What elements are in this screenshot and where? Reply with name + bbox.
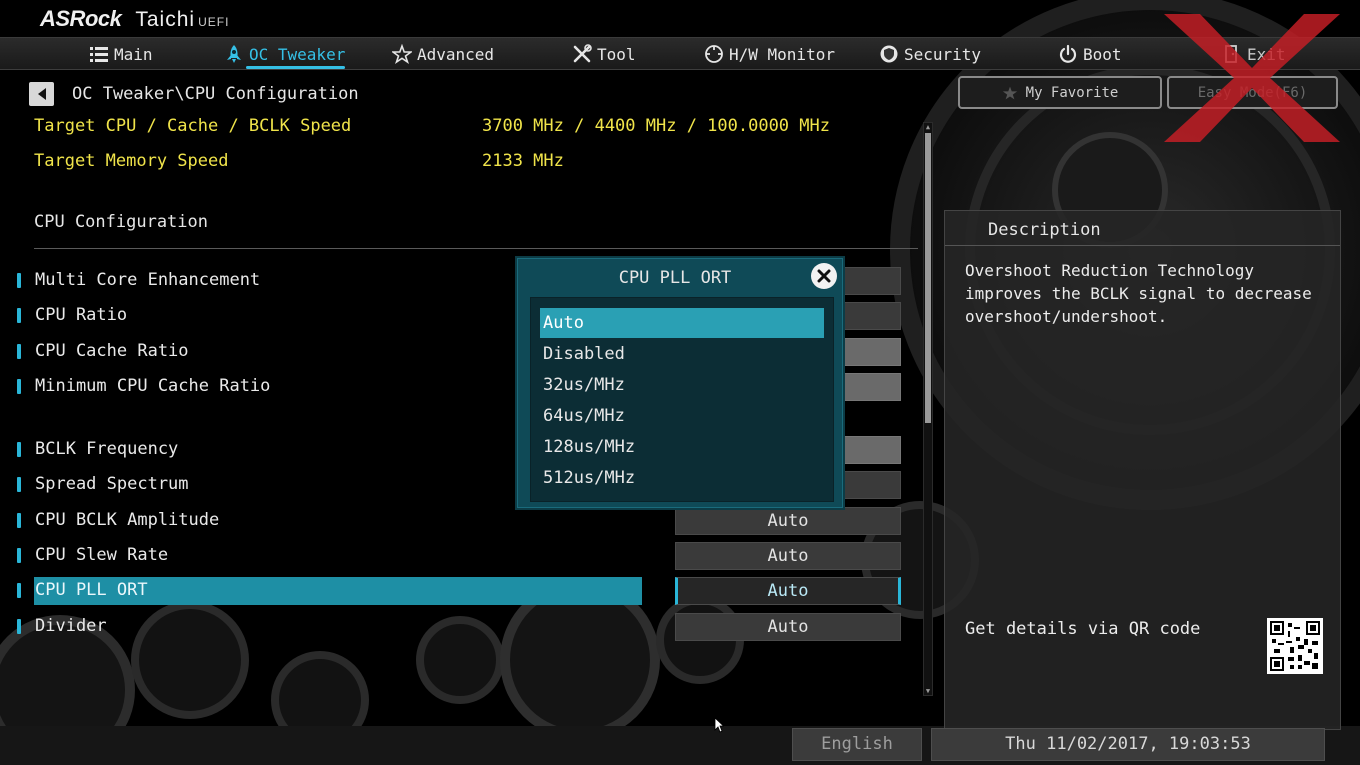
tab-hw-monitor[interactable]: H/W Monitor xyxy=(704,38,835,70)
setting-cpu-bclk-amplitude[interactable]: CPU BCLK Amplitude Auto xyxy=(0,507,920,535)
popup-option[interactable]: 64us/MHz xyxy=(540,401,824,431)
brand-suffix: UEFI xyxy=(198,15,230,29)
list-icon xyxy=(90,47,108,62)
tab-security-label: Security xyxy=(904,44,982,64)
settings-scrollbar[interactable]: ▲ ▼ xyxy=(923,122,933,696)
setting-label: Minimum CPU Cache Ratio xyxy=(35,376,271,396)
star-icon xyxy=(392,44,412,64)
tab-boot[interactable]: Boot xyxy=(1058,38,1122,70)
item-bullet xyxy=(17,273,21,288)
setting-label: BCLK Frequency xyxy=(35,439,179,459)
popup-close-button[interactable] xyxy=(811,263,837,289)
description-panel: Description Overshoot Reduction Technolo… xyxy=(944,210,1341,730)
item-bullet xyxy=(17,548,21,563)
setting-divider[interactable]: Divider Auto xyxy=(0,613,920,641)
my-favorite-button[interactable]: My Favorite xyxy=(958,76,1162,109)
item-bullet xyxy=(17,513,21,528)
brand-maker: ASRock xyxy=(40,6,122,31)
target-memory-speed-label: Target Memory Speed xyxy=(34,151,229,171)
item-bullet xyxy=(17,477,21,492)
item-bullet xyxy=(17,308,21,323)
scroll-thumb[interactable] xyxy=(925,133,931,423)
item-bullet xyxy=(17,379,21,394)
setting-label: Multi Core Enhancement xyxy=(35,270,261,290)
scroll-down-icon[interactable]: ▼ xyxy=(924,687,932,695)
mouse-cursor-icon xyxy=(714,717,724,733)
shield-icon xyxy=(880,45,898,63)
tab-main[interactable]: Main xyxy=(89,38,153,70)
setting-label: CPU Cache Ratio xyxy=(35,341,189,361)
tools-icon xyxy=(573,44,592,63)
qr-label: Get details via QR code xyxy=(965,619,1201,639)
setting-label: CPU BCLK Amplitude xyxy=(35,510,220,530)
tab-hw-monitor-label: H/W Monitor xyxy=(729,44,835,64)
popup-option[interactable]: 512us/MHz xyxy=(540,463,824,493)
popup-option[interactable]: 128us/MHz xyxy=(540,432,824,462)
datetime-display: Thu 11/02/2017, 19:03:53 xyxy=(931,728,1325,761)
tab-boot-label: Boot xyxy=(1083,44,1122,64)
main-menu-bar: Main OC Tweaker Advanced Tool H/W Monito… xyxy=(0,37,1360,70)
setting-label: Divider xyxy=(35,616,107,636)
monitor-icon xyxy=(705,45,723,63)
setting-label: Spread Spectrum xyxy=(35,474,189,494)
breadcrumb: OC Tweaker\CPU Configuration xyxy=(72,84,359,104)
setting-value[interactable]: Auto xyxy=(675,542,901,570)
my-favorite-label: My Favorite xyxy=(1025,84,1119,101)
rocket-icon xyxy=(227,45,241,63)
power-icon xyxy=(1059,44,1077,63)
description-header: Description xyxy=(945,211,1340,246)
popup-option[interactable]: Auto xyxy=(540,308,824,338)
tab-oc-tweaker-label: OC Tweaker xyxy=(249,44,346,64)
close-icon xyxy=(817,269,831,283)
description-text: Overshoot Reduction Technology improves … xyxy=(965,261,1312,326)
active-tab-indicator xyxy=(246,66,346,69)
section-divider xyxy=(34,248,918,249)
option-popup: CPU PLL ORT Auto Disabled 32us/MHz 64us/… xyxy=(515,256,845,510)
arrow-left-icon xyxy=(37,88,46,100)
item-bullet xyxy=(17,619,21,634)
tab-tool[interactable]: Tool xyxy=(572,38,636,70)
target-cpu-speed-value: 3700 MHz / 4400 MHz / 100.0000 MHz xyxy=(482,116,830,136)
back-button[interactable] xyxy=(29,82,54,106)
item-bullet xyxy=(17,583,21,598)
setting-label: CPU PLL ORT xyxy=(35,580,148,600)
language-button[interactable]: English xyxy=(792,728,922,761)
setting-value[interactable]: Auto xyxy=(675,577,901,605)
popup-option[interactable]: Disabled xyxy=(540,339,824,369)
popup-option-list: Auto Disabled 32us/MHz 64us/MHz 128us/MH… xyxy=(530,297,834,502)
section-title: CPU Configuration xyxy=(34,212,208,232)
setting-label: CPU Ratio xyxy=(35,305,128,325)
tab-advanced[interactable]: Advanced xyxy=(392,38,494,70)
popup-option[interactable]: 32us/MHz xyxy=(540,370,824,400)
setting-label: CPU Slew Rate xyxy=(35,545,169,565)
target-cpu-speed-label: Target CPU / Cache / BCLK Speed xyxy=(34,116,352,136)
taichi-x-logo xyxy=(1164,14,1340,142)
tab-advanced-label: Advanced xyxy=(417,44,495,64)
qr-code-icon[interactable] xyxy=(1267,618,1323,674)
tab-oc-tweaker[interactable]: OC Tweaker xyxy=(224,38,346,70)
tab-tool-label: Tool xyxy=(597,44,636,64)
brand-logo: ASRock Taichi UEFI xyxy=(40,6,229,34)
setting-value[interactable]: Auto xyxy=(675,507,901,535)
setting-cpu-slew-rate[interactable]: CPU Slew Rate Auto xyxy=(0,542,920,570)
brand-model: Taichi xyxy=(135,8,196,31)
item-bullet xyxy=(17,442,21,457)
target-memory-speed-value: 2133 MHz xyxy=(482,151,564,171)
popup-title: CPU PLL ORT xyxy=(618,268,732,288)
item-bullet xyxy=(17,344,21,359)
tab-main-label: Main xyxy=(114,44,153,64)
setting-value[interactable]: Auto xyxy=(675,613,901,641)
tab-security[interactable]: Security xyxy=(879,38,981,70)
setting-cpu-pll-ort[interactable]: CPU PLL ORT Auto xyxy=(0,577,920,605)
scroll-up-icon[interactable]: ▲ xyxy=(924,123,932,131)
description-title: Description xyxy=(988,220,1101,240)
star-icon xyxy=(1002,86,1017,99)
